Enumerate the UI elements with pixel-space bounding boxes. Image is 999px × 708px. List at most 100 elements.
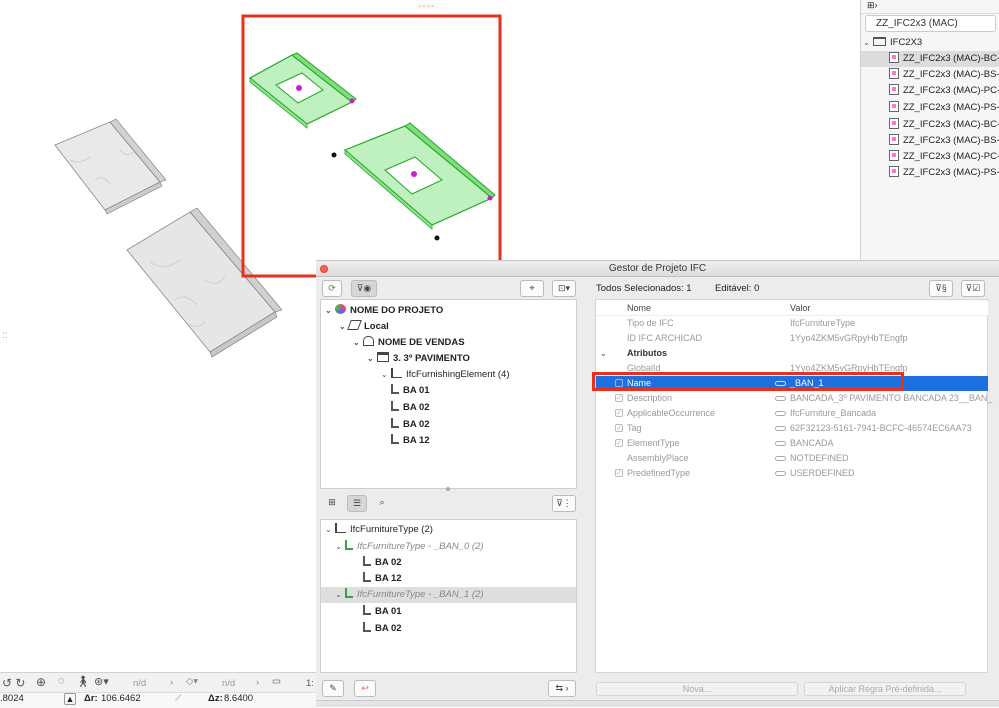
tree-node-site[interactable]: ⌄ Local bbox=[339, 319, 389, 335]
ruler-icon[interactable]: ▭ bbox=[272, 676, 281, 687]
table-row[interactable]: ✓ ApplicableOccurrence IfcFurniture_Bancad… bbox=[596, 406, 988, 421]
new-button[interactable]: Nova... bbox=[596, 682, 798, 696]
countertop-green-large[interactable] bbox=[343, 122, 496, 230]
navigator-folder[interactable]: ⌄ IFC2X3 bbox=[861, 35, 999, 51]
table-row[interactable]: ✓ Tag 62F32123-5161-7941-BCFC-46574EC6AA73 bbox=[596, 421, 988, 436]
navigator-item[interactable]: ZZ_IFC2x3 (MAC)-BS-Pe bbox=[861, 133, 999, 149]
chevron-down-icon[interactable]: ⌄ bbox=[863, 35, 873, 51]
chevron-right-icon[interactable]: › bbox=[170, 677, 173, 688]
navigator-tree-icon[interactable]: ⊞› bbox=[867, 0, 878, 11]
table-row[interactable]: ✓ Description BANCADA_3º PAVIMENTO BANCADA… bbox=[596, 391, 992, 406]
undo-button[interactable]: ↩ bbox=[354, 680, 376, 697]
countertop-gray-large[interactable] bbox=[126, 207, 283, 358]
furniture-icon bbox=[391, 401, 399, 412]
type-tree-item[interactable]: BA 02 bbox=[363, 555, 402, 571]
checkbox[interactable]: ✓ bbox=[615, 409, 623, 417]
delta-z-value[interactable]: 8.6400 bbox=[224, 693, 253, 704]
tree-node-element[interactable]: BA 01 bbox=[391, 383, 430, 399]
type-tree-item[interactable]: BA 12 bbox=[363, 571, 402, 587]
add-to-tree-button[interactable]: ⊞ bbox=[322, 495, 342, 512]
dialog-title: Gestor de Projeto IFC bbox=[608, 263, 707, 274]
properties-table[interactable]: Nome Valor Tipo de IFC IfcFurnitureType I… bbox=[595, 299, 992, 673]
chevron-down-icon[interactable]: ⌄ bbox=[325, 303, 335, 319]
options-menu-button[interactable]: ⇆ › bbox=[548, 680, 576, 697]
tree-node-furnishing-group[interactable]: ⌄ IfcFurnishingElement (4) bbox=[381, 367, 509, 383]
x-coordinate[interactable]: .8024 bbox=[0, 693, 24, 704]
chevron-down-icon[interactable]: ⌄ bbox=[367, 351, 377, 367]
link-icon bbox=[775, 426, 786, 431]
chevron-down-icon[interactable]: ⌄ bbox=[335, 587, 345, 603]
type-tree-group[interactable]: ⌄ IfcFurnitureType - _BAN_0 (2) bbox=[335, 539, 484, 555]
edit-button[interactable]: ✎ bbox=[322, 680, 344, 697]
type-tree-item[interactable]: BA 02 bbox=[363, 621, 402, 637]
type-filter-button[interactable]: ⊽⋮ bbox=[552, 495, 576, 512]
checkbox[interactable]: ✓ bbox=[615, 439, 623, 447]
zoom-to-button[interactable]: ⊡▾ bbox=[552, 280, 576, 297]
chevron-down-icon[interactable]: ⌄ bbox=[381, 367, 391, 383]
angle-icon[interactable]: ⟋ bbox=[175, 693, 182, 704]
property-filter-button[interactable]: ⊽☑ bbox=[961, 280, 985, 297]
select-in-model-button[interactable]: ⌖ bbox=[520, 280, 544, 297]
zoom-tool-icon[interactable]: ⊛▾ bbox=[94, 675, 109, 688]
tree-node-element[interactable]: BA 02 bbox=[391, 400, 430, 416]
editable-count-label: Editável: 0 bbox=[715, 283, 760, 294]
navigator-item[interactable]: ZZ_IFC2x3 (MAC)-BC-TE bbox=[861, 51, 999, 67]
table-row[interactable]: Tipo de IFC IfcFurnitureType bbox=[596, 316, 988, 331]
tree-node-element[interactable]: BA 12 bbox=[391, 433, 430, 449]
countertop-green-small[interactable] bbox=[248, 52, 357, 129]
navigator-item[interactable]: ZZ_IFC2x3 (MAC)-BC-Pe bbox=[861, 117, 999, 133]
undo-history-icon[interactable]: ↺ ↻ bbox=[2, 676, 25, 690]
chevron-down-icon[interactable]: ⌄ bbox=[600, 346, 607, 361]
type-tree-root[interactable]: ⌄ IfcFurnitureType (2) bbox=[325, 522, 433, 538]
chevron-down-icon[interactable]: ⌄ bbox=[353, 335, 363, 351]
spatial-structure-tree[interactable]: ⌄ NOME DO PROJETO ⌄ Local ⌄ NOME DE VENDAS … bbox=[320, 299, 577, 489]
checkbox[interactable]: ✓ bbox=[615, 424, 623, 432]
navigator-item[interactable]: ZZ_IFC2x3 (MAC)-PC-TE bbox=[861, 83, 999, 99]
refresh-button[interactable]: ⟳ bbox=[322, 280, 342, 297]
layer-icon[interactable]: ◇▾ bbox=[186, 676, 198, 687]
filter-view-button[interactable]: ⊽◉ bbox=[351, 280, 377, 297]
lasso-icon[interactable]: ◌ bbox=[58, 675, 65, 687]
chevron-down-icon[interactable]: ⌄ bbox=[325, 522, 335, 538]
file-icon bbox=[889, 67, 899, 79]
delta-r-value[interactable]: 106.6462 bbox=[101, 693, 141, 704]
table-row[interactable]: ✓ PredefinedType USERDEFINED bbox=[596, 466, 988, 481]
checkbox[interactable]: ✓ bbox=[615, 469, 623, 477]
tree-node-story[interactable]: ⌄ 3. 3º PAVIMENTO bbox=[367, 351, 470, 367]
navigator-item-label: ZZ_IFC2x3 (MAC)-BC-Pe bbox=[903, 119, 999, 130]
navigator-item-label: ZZ_IFC2x3 (MAC)-BC-TE bbox=[903, 53, 999, 64]
property-rules-button[interactable]: ⊽§ bbox=[929, 280, 953, 297]
attributes-group-row[interactable]: ⌄ Atributos bbox=[596, 346, 988, 361]
navigator-item[interactable]: ZZ_IFC2x3 (MAC)-PS-Pe bbox=[861, 165, 999, 181]
close-window-button[interactable] bbox=[320, 265, 328, 273]
table-row[interactable]: AssemblyPlace NOTDEFINED bbox=[596, 451, 988, 466]
triangle-icon[interactable]: ▲ bbox=[64, 693, 76, 705]
table-row[interactable]: ID IFC ARCHICAD 1Yyo4ZKM5vGRpyHbTEngfp bbox=[596, 331, 988, 346]
search-button[interactable]: ⌕ bbox=[372, 495, 392, 512]
type-tree-label: BA 02 bbox=[375, 623, 402, 634]
pane-splitter[interactable] bbox=[320, 487, 577, 491]
type-tree[interactable]: ⌄ IfcFurnitureType (2) ⌄ IfcFurnitureType … bbox=[320, 519, 577, 673]
navigator-item[interactable]: ZZ_IFC2x3 (MAC)-PS-TE bbox=[861, 100, 999, 116]
type-tree-item[interactable]: BA 01 bbox=[363, 604, 402, 620]
chevron-right-icon[interactable]: › bbox=[256, 677, 259, 688]
apply-predefined-rule-button[interactable]: Aplicar Regra Pré-definida... bbox=[804, 682, 966, 696]
chevron-down-icon[interactable]: ⌄ bbox=[335, 539, 345, 555]
hierarchy-view-button[interactable]: ☰ bbox=[347, 495, 367, 512]
walk-icon[interactable]: 🚶︎ bbox=[76, 675, 90, 688]
navigator-item[interactable]: ZZ_IFC2x3 (MAC)-BS-TE bbox=[861, 67, 999, 83]
type-tree-group-selected[interactable]: ⌄ IfcFurnitureType - _BAN_1 (2) bbox=[321, 587, 576, 603]
furniture-icon bbox=[363, 556, 371, 567]
tree-node-project[interactable]: ⌄ NOME DO PROJETO bbox=[325, 303, 443, 319]
zoom-in-icon[interactable]: ⊕ bbox=[36, 675, 46, 689]
scale-label: 1: bbox=[306, 678, 314, 689]
checkbox[interactable]: ✓ bbox=[615, 394, 623, 402]
filter-check-icon: ⊽☑ bbox=[965, 283, 981, 293]
table-row[interactable]: ✓ ElementType BANCADA bbox=[596, 436, 988, 451]
countertop-gray-small[interactable] bbox=[54, 118, 167, 215]
file-icon bbox=[889, 117, 899, 129]
navigator-item[interactable]: ZZ_IFC2x3 (MAC)-PC-Pe bbox=[861, 149, 999, 165]
tree-node-element[interactable]: BA 02 bbox=[391, 417, 430, 433]
navigator-filter-field[interactable]: ZZ_IFC2x3 (MAC) bbox=[865, 15, 996, 32]
tree-node-building[interactable]: ⌄ NOME DE VENDAS bbox=[353, 335, 465, 351]
